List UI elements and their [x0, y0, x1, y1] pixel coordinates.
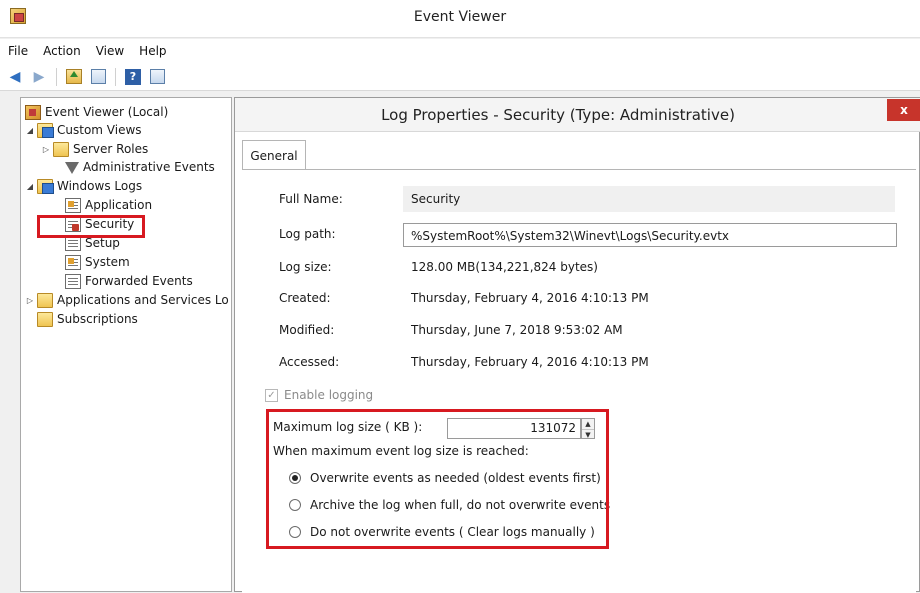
- tree-label: Administrative Events: [83, 160, 215, 174]
- radio-selected-icon: [289, 472, 301, 484]
- tree-label: Forwarded Events: [85, 274, 193, 288]
- tab-general[interactable]: General: [242, 140, 306, 170]
- subscriptions-icon: [37, 311, 53, 327]
- menu-view[interactable]: View: [96, 44, 124, 58]
- radio-do-not-overwrite[interactable]: Do not overwrite events ( Clear logs man…: [289, 525, 595, 539]
- radio-archive-when-full[interactable]: Archive the log when full, do not overwr…: [289, 498, 610, 512]
- up-folder-icon[interactable]: [65, 68, 83, 86]
- close-button[interactable]: x: [887, 99, 920, 121]
- tree-item-custom-views[interactable]: ◢ Custom Views: [25, 121, 142, 139]
- created-value: Thursday, February 4, 2016 4:10:13 PM: [411, 291, 649, 305]
- help-icon[interactable]: ?: [124, 68, 142, 86]
- tree-item-windows-logs[interactable]: ◢ Windows Logs: [25, 177, 142, 195]
- full-name-value: Security: [411, 192, 461, 206]
- expand-arrow-icon[interactable]: ▷: [41, 145, 51, 154]
- tree-item-security[interactable]: Security: [65, 215, 134, 233]
- log-icon: [65, 235, 81, 251]
- collapse-arrow-icon[interactable]: ◢: [25, 182, 35, 191]
- tree-label: Server Roles: [73, 142, 149, 156]
- log-icon: [65, 273, 81, 289]
- menu-file[interactable]: File: [8, 44, 28, 58]
- radio-overwrite-as-needed[interactable]: Overwrite events as needed (oldest event…: [289, 471, 601, 485]
- max-log-size-input[interactable]: 131072: [447, 418, 581, 439]
- log-path-value: %SystemRoot%\System32\Winevt\Logs\Securi…: [411, 229, 730, 243]
- tree-label: Subscriptions: [57, 312, 138, 326]
- tree-item-system[interactable]: System: [65, 253, 130, 271]
- radio-label: Overwrite events as needed (oldest event…: [310, 471, 601, 485]
- menu-action[interactable]: Action: [43, 44, 81, 58]
- tree-item-setup[interactable]: Setup: [65, 234, 120, 252]
- dialog-titlebar: Log Properties - Security (Type: Adminis…: [235, 98, 920, 132]
- collapse-arrow-icon[interactable]: ◢: [25, 126, 35, 135]
- window-title: Event Viewer: [413, 9, 507, 25]
- log-properties-dialog: Log Properties - Security (Type: Adminis…: [234, 97, 920, 593]
- tree-label: Windows Logs: [57, 179, 143, 193]
- console-tree[interactable]: Event Viewer (Local) ◢ Custom Views ▷ Se…: [20, 97, 232, 592]
- tree-item-forwarded-events[interactable]: Forwarded Events: [65, 272, 193, 290]
- tree-item-administrative-events[interactable]: Administrative Events: [65, 158, 215, 176]
- log-icon: [65, 254, 81, 270]
- tree-item-server-roles[interactable]: ▷ Server Roles: [41, 140, 148, 158]
- enable-logging-checkbox[interactable]: ✓ Enable logging: [265, 388, 373, 402]
- radio-label: Archive the log when full, do not overwr…: [310, 498, 611, 512]
- folder-icon: [37, 292, 53, 308]
- tree-item-event-viewer-local[interactable]: Event Viewer (Local): [25, 103, 168, 121]
- log-path-label: Log path:: [279, 227, 336, 241]
- menu-bar: File Action View Help: [0, 39, 920, 63]
- custom-views-folder-icon: [37, 122, 54, 138]
- tree-label: Custom Views: [57, 123, 142, 137]
- radio-unselected-icon: [289, 499, 301, 511]
- tree-label: Security: [85, 217, 135, 231]
- enable-logging-label: Enable logging: [284, 388, 374, 402]
- expand-arrow-icon[interactable]: ▷: [25, 296, 35, 305]
- window-titlebar: Event Viewer: [0, 0, 920, 38]
- spin-down-icon[interactable]: ▼: [582, 429, 594, 439]
- toolbar-separator: [115, 67, 116, 86]
- log-icon: [65, 197, 81, 213]
- tree-item-applications-services-logs[interactable]: ▷ Applications and Services Lo: [25, 291, 229, 309]
- max-log-size-spinner[interactable]: ▲ ▼: [581, 418, 595, 439]
- tree-label: Event Viewer (Local): [45, 105, 169, 119]
- forward-arrow-icon[interactable]: ▶: [30, 68, 48, 86]
- event-viewer-icon: [25, 104, 41, 120]
- modified-value: Thursday, June 7, 2018 9:53:02 AM: [411, 323, 623, 337]
- log-size-value: 128.00 MB(134,221,824 bytes): [411, 260, 598, 274]
- accessed-label: Accessed:: [279, 355, 340, 369]
- tree-label: Setup: [85, 236, 120, 250]
- created-label: Created:: [279, 291, 331, 305]
- modified-label: Modified:: [279, 323, 335, 337]
- tree-label: System: [85, 255, 130, 269]
- filter-icon: [65, 162, 79, 174]
- toolbar: ◀ ▶ ?: [0, 63, 920, 91]
- tree-item-subscriptions[interactable]: Subscriptions: [37, 310, 138, 328]
- folder-icon: [53, 141, 69, 157]
- windows-logs-folder-icon: [37, 178, 54, 194]
- security-log-icon: [65, 216, 81, 232]
- full-name-label: Full Name:: [279, 192, 343, 206]
- tree-label: Application: [85, 198, 153, 212]
- max-log-size-label: Maximum log size ( KB ):: [273, 420, 423, 434]
- full-name-field: [403, 186, 895, 212]
- tree-item-application[interactable]: Application: [65, 196, 152, 214]
- tree-label: Applications and Services Lo: [57, 293, 229, 307]
- when-max-reached-label: When maximum event log size is reached:: [273, 444, 529, 458]
- toolbar-separator: [56, 67, 57, 86]
- menu-help[interactable]: Help: [139, 44, 166, 58]
- show-action-pane-icon[interactable]: [148, 68, 166, 86]
- back-arrow-icon[interactable]: ◀: [6, 68, 24, 86]
- radio-unselected-icon: [289, 526, 301, 538]
- checkmark-icon: ✓: [265, 388, 278, 402]
- log-size-label: Log size:: [279, 260, 332, 274]
- tab-strip: General: [242, 140, 918, 170]
- accessed-value: Thursday, February 4, 2016 4:10:13 PM: [411, 355, 649, 369]
- radio-label: Do not overwrite events ( Clear logs man…: [310, 525, 595, 539]
- spin-up-icon[interactable]: ▲: [582, 419, 594, 429]
- show-hide-tree-icon[interactable]: [89, 68, 107, 86]
- dialog-title: Log Properties - Security (Type: Adminis…: [381, 106, 735, 124]
